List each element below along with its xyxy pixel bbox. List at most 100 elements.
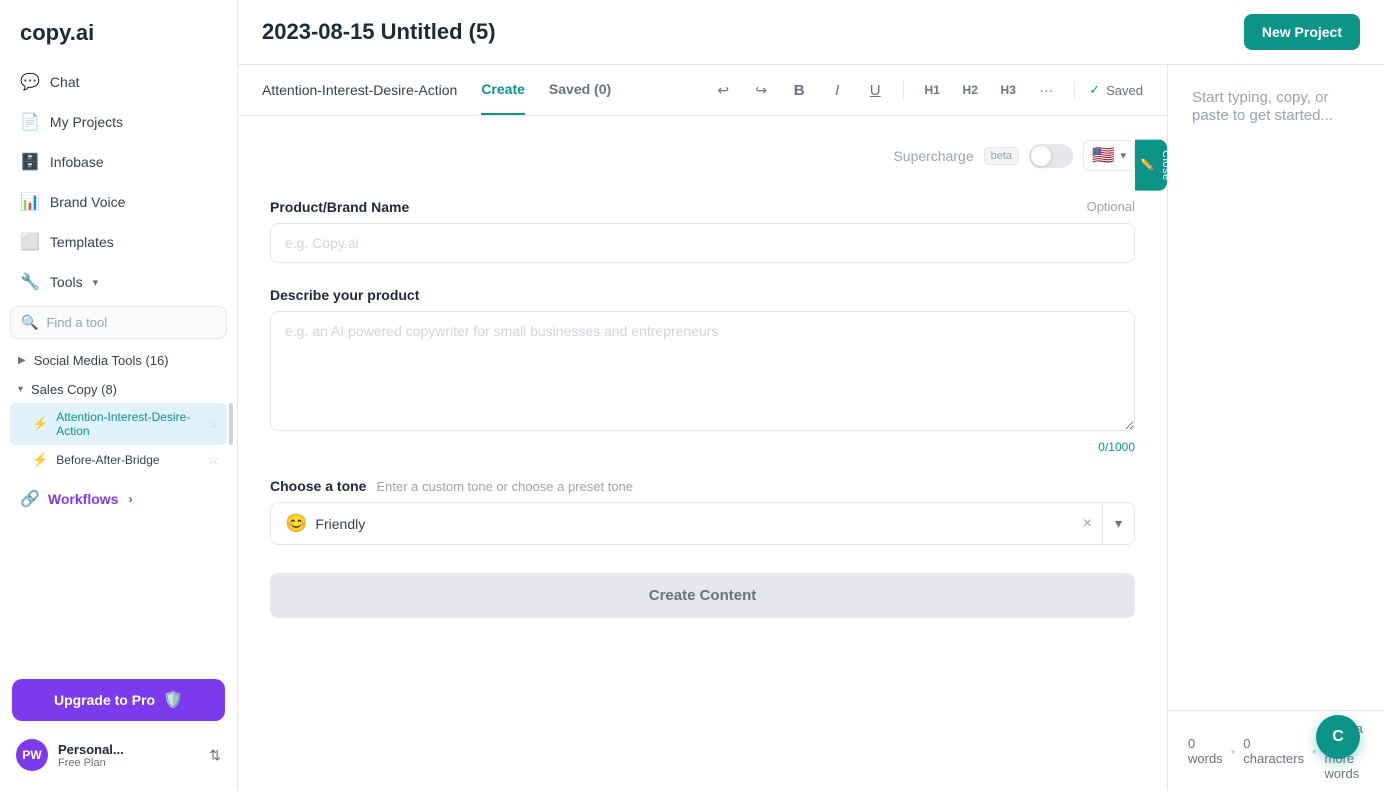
sidebar-item-chat[interactable]: 💬 Chat bbox=[10, 62, 227, 102]
close-panel-button[interactable]: ✏️ Close bbox=[1135, 140, 1167, 191]
tool-panel: Attention-Interest-Desire-Action Create … bbox=[238, 65, 1168, 791]
tone-clear-button[interactable]: × bbox=[1073, 505, 1103, 543]
user-name: Personal... bbox=[58, 742, 199, 757]
tool-group-sales-copy-header[interactable]: ▾ Sales Copy (8) bbox=[10, 376, 227, 403]
underline-button[interactable]: U bbox=[861, 76, 889, 104]
avatar: PW bbox=[16, 739, 48, 771]
saved-indicator: ✓ Saved bbox=[1089, 82, 1143, 98]
projects-icon: 📄 bbox=[20, 112, 40, 132]
shield-icon: 🛡️ bbox=[163, 690, 183, 710]
tool-name-label: Attention-Interest-Desire-Action bbox=[262, 66, 457, 114]
upgrade-label: Upgrade to Pro bbox=[54, 692, 155, 708]
sidebar-item-label-infobase: Infobase bbox=[50, 154, 104, 170]
user-profile-row[interactable]: PW Personal... Free Plan ⇅ bbox=[12, 731, 225, 779]
saved-label: Saved bbox=[1106, 83, 1143, 98]
tool-group-sales-copy: ▾ Sales Copy (8) ⚡ Attention-Interest-De… bbox=[10, 376, 227, 475]
social-media-label: Social Media Tools (16) bbox=[34, 353, 169, 368]
editor-content[interactable]: Start typing, copy, or paste to get star… bbox=[1168, 65, 1384, 710]
bab-star-icon[interactable]: ☆ bbox=[207, 452, 219, 468]
sidebar-item-my-projects[interactable]: 📄 My Projects bbox=[10, 102, 227, 142]
tool-group-social-media: ▶ Social Media Tools (16) bbox=[10, 347, 227, 374]
sidebar-item-infobase[interactable]: 🗄️ Infobase bbox=[10, 142, 227, 182]
char-count-footer: 0 characters bbox=[1243, 736, 1304, 766]
tool-tabs: Attention-Interest-Desire-Action Create … bbox=[238, 65, 1167, 116]
bold-button[interactable]: B bbox=[785, 76, 813, 104]
tools-icon: 🔧 bbox=[20, 272, 40, 292]
workflows-icon: 🔗 bbox=[20, 489, 40, 509]
user-info: Personal... Free Plan bbox=[58, 742, 199, 769]
sidebar-bottom: Upgrade to Pro 🛡️ PW Personal... Free Pl… bbox=[0, 667, 237, 791]
sidebar-item-label-templates: Templates bbox=[50, 234, 114, 250]
h1-button[interactable]: H1 bbox=[918, 76, 946, 104]
bab-label: Before-After-Bridge bbox=[56, 453, 159, 467]
describe-product-textarea[interactable] bbox=[270, 311, 1135, 431]
toolbar-separator-2 bbox=[1074, 81, 1075, 99]
tone-row: Choose a tone Enter a custom tone or cho… bbox=[270, 478, 1135, 494]
scrollbar-track bbox=[229, 403, 233, 445]
h2-button[interactable]: H2 bbox=[956, 76, 984, 104]
sidebar-item-brand-voice[interactable]: 📊 Brand Voice bbox=[10, 182, 227, 222]
content-area: Attention-Interest-Desire-Action Create … bbox=[238, 65, 1384, 791]
char-count: 0/1000 bbox=[270, 440, 1135, 454]
product-brand-name-input[interactable] bbox=[270, 223, 1135, 263]
upgrade-to-pro-button[interactable]: Upgrade to Pro 🛡️ bbox=[12, 679, 225, 721]
product-brand-name-label: Product/Brand Name Optional bbox=[270, 199, 1135, 215]
beta-badge: beta bbox=[984, 147, 1019, 165]
tools-label: Tools bbox=[50, 274, 83, 290]
toggle-knob bbox=[1031, 146, 1051, 166]
main-area: 2023-08-15 Untitled (5) New Project Atte… bbox=[238, 0, 1384, 791]
create-content-button[interactable]: Create Content bbox=[270, 573, 1135, 618]
tool-sub-item-aida[interactable]: ⚡ Attention-Interest-Desire-Action ☆ bbox=[10, 403, 227, 445]
close-label: Close bbox=[1160, 150, 1167, 181]
describe-product-label: Describe your product bbox=[270, 287, 1135, 303]
toolbar-icons: ↩ ↪ B I U H1 H2 H3 ··· ✓ Saved bbox=[709, 76, 1143, 104]
tone-label: Choose a tone bbox=[270, 478, 366, 494]
aida-star-icon[interactable]: ☆ bbox=[207, 416, 219, 432]
logo-text: copy.ai bbox=[20, 20, 94, 45]
sidebar-item-templates[interactable]: ⬜ Templates bbox=[10, 222, 227, 262]
sidebar-item-label-projects: My Projects bbox=[50, 114, 123, 130]
italic-button[interactable]: I bbox=[823, 76, 851, 104]
footer-dot-2: • bbox=[1312, 744, 1317, 759]
search-input[interactable] bbox=[46, 315, 216, 330]
tab-saved[interactable]: Saved (0) bbox=[549, 65, 611, 115]
social-media-chevron-icon: ▶ bbox=[18, 355, 26, 366]
aida-label: Attention-Interest-Desire-Action bbox=[56, 410, 199, 438]
tone-chevron-icon[interactable]: ▾ bbox=[1103, 505, 1134, 542]
flag-icon: 🇺🇸 bbox=[1092, 145, 1114, 166]
h3-button[interactable]: H3 bbox=[994, 76, 1022, 104]
tool-group-social-media-header[interactable]: ▶ Social Media Tools (16) bbox=[10, 347, 227, 374]
logo: copy.ai bbox=[0, 0, 237, 62]
tone-hint: Enter a custom tone or choose a preset t… bbox=[376, 479, 633, 494]
optional-label: Optional bbox=[1087, 199, 1135, 214]
project-title: 2023-08-15 Untitled (5) bbox=[262, 19, 496, 45]
redo-button[interactable]: ↪ bbox=[747, 76, 775, 104]
sidebar-item-label-chat: Chat bbox=[50, 74, 80, 90]
fab-button[interactable]: C bbox=[1316, 715, 1360, 759]
tools-chevron-icon: ▾ bbox=[93, 276, 99, 289]
editor-panel: Start typing, copy, or paste to get star… bbox=[1168, 65, 1384, 791]
user-plan: Free Plan bbox=[58, 757, 199, 769]
sales-copy-label: Sales Copy (8) bbox=[31, 382, 117, 397]
more-options-button[interactable]: ··· bbox=[1032, 76, 1060, 104]
word-count: 0 words bbox=[1188, 736, 1223, 766]
tab-create[interactable]: Create bbox=[481, 65, 525, 115]
user-chevron-icon: ⇅ bbox=[209, 747, 221, 764]
sales-copy-chevron-icon: ▾ bbox=[18, 384, 23, 395]
close-panel-inner: ✏️ Close bbox=[1141, 150, 1167, 181]
supercharge-toggle[interactable] bbox=[1029, 144, 1073, 168]
tool-sub-item-bab[interactable]: ⚡ Before-After-Bridge ☆ bbox=[10, 445, 227, 475]
brand-voice-icon: 📊 bbox=[20, 192, 40, 212]
chat-icon: 💬 bbox=[20, 72, 40, 92]
tone-select[interactable]: 😊 Friendly × ▾ bbox=[270, 502, 1135, 545]
workflows-label: Workflows bbox=[48, 491, 119, 507]
supercharge-bar: Supercharge beta 🇺🇸 ▾ bbox=[270, 140, 1135, 171]
sidebar-nav: 💬 Chat 📄 My Projects 🗄️ Infobase 📊 Brand… bbox=[0, 62, 237, 667]
search-icon: 🔍 bbox=[21, 314, 38, 331]
sidebar-item-tools[interactable]: 🔧 Tools ▾ bbox=[10, 262, 227, 302]
new-project-button[interactable]: New Project bbox=[1244, 14, 1360, 50]
undo-button[interactable]: ↩ bbox=[709, 76, 737, 104]
language-select[interactable]: 🇺🇸 ▾ bbox=[1083, 140, 1135, 171]
sidebar-item-workflows[interactable]: 🔗 Workflows › bbox=[10, 479, 227, 519]
supercharge-label: Supercharge bbox=[893, 148, 973, 164]
